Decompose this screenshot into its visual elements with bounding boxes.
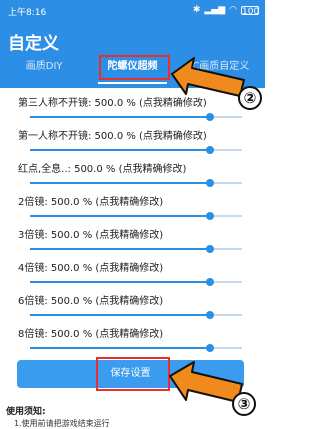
slider-fill — [30, 281, 210, 283]
slider-fill — [30, 116, 210, 118]
page-title: 自定义 — [8, 34, 59, 54]
save-highlight-box — [96, 357, 170, 391]
setting-label[interactable]: 红点,全息..: 500.0 % (点我精确修改) — [18, 160, 186, 175]
slider-fill — [30, 215, 210, 217]
battery-icon: 100 — [241, 5, 260, 17]
slider-fill — [30, 347, 210, 349]
tab-quality-diy[interactable]: 画质DIY — [0, 54, 88, 88]
setting-label[interactable]: 3倍镜: 500.0 % (点我精确修改) — [18, 226, 163, 241]
status-icons: ✱ ▂▄▆ ◠ 100 — [192, 5, 260, 17]
slider-thumb[interactable] — [206, 212, 214, 220]
notice-line: 1.使用前请把游戏结束运行 — [14, 419, 110, 428]
annotation-badge-3: ③ — [232, 392, 256, 416]
annotation-badge-2: ② — [238, 86, 262, 110]
sensitivity-slider[interactable] — [30, 113, 242, 121]
sensitivity-slider[interactable] — [30, 212, 242, 220]
sensitivity-slider[interactable] — [30, 278, 242, 286]
slider-thumb[interactable] — [206, 311, 214, 319]
sensitivity-slider[interactable] — [30, 179, 242, 187]
wifi-icon: ◠ — [229, 5, 237, 15]
signal-icon: ▂▄▆ — [204, 5, 226, 15]
setting-label[interactable]: 2倍镜: 500.0 % (点我精确修改) — [18, 193, 163, 208]
setting-label[interactable]: 8倍镜: 500.0 % (点我精确修改) — [18, 325, 163, 340]
sensitivity-slider[interactable] — [30, 146, 242, 154]
slider-thumb[interactable] — [206, 245, 214, 253]
slider-fill — [30, 248, 210, 250]
setting-label[interactable]: 6倍镜: 500.0 % (点我精确修改) — [18, 292, 163, 307]
slider-thumb[interactable] — [206, 344, 214, 352]
notice-title: 使用须知: — [6, 407, 46, 417]
status-bar: 上午8:16 ✱ ▂▄▆ ◠ 100 — [0, 0, 265, 22]
sensitivity-slider[interactable] — [30, 245, 242, 253]
slider-fill — [30, 149, 210, 151]
bluetooth-icon: ✱ — [192, 5, 201, 15]
sensitivity-slider[interactable] — [30, 344, 242, 352]
slider-thumb[interactable] — [206, 278, 214, 286]
slider-thumb[interactable] — [206, 113, 214, 121]
sensitivity-slider[interactable] — [30, 311, 242, 319]
status-time: 上午8:16 — [8, 8, 47, 18]
setting-label[interactable]: 4倍镜: 500.0 % (点我精确修改) — [18, 259, 163, 274]
slider-thumb[interactable] — [206, 179, 214, 187]
tab-highlight-box — [99, 55, 170, 80]
slider-thumb[interactable] — [206, 146, 214, 154]
setting-row: 8倍镜: 500.0 % (点我精确修改) — [0, 319, 265, 359]
slider-fill — [30, 182, 210, 184]
setting-label[interactable]: 第一人称不开镜: 500.0 % (点我精确修改) — [18, 127, 207, 142]
slider-fill — [30, 314, 210, 316]
